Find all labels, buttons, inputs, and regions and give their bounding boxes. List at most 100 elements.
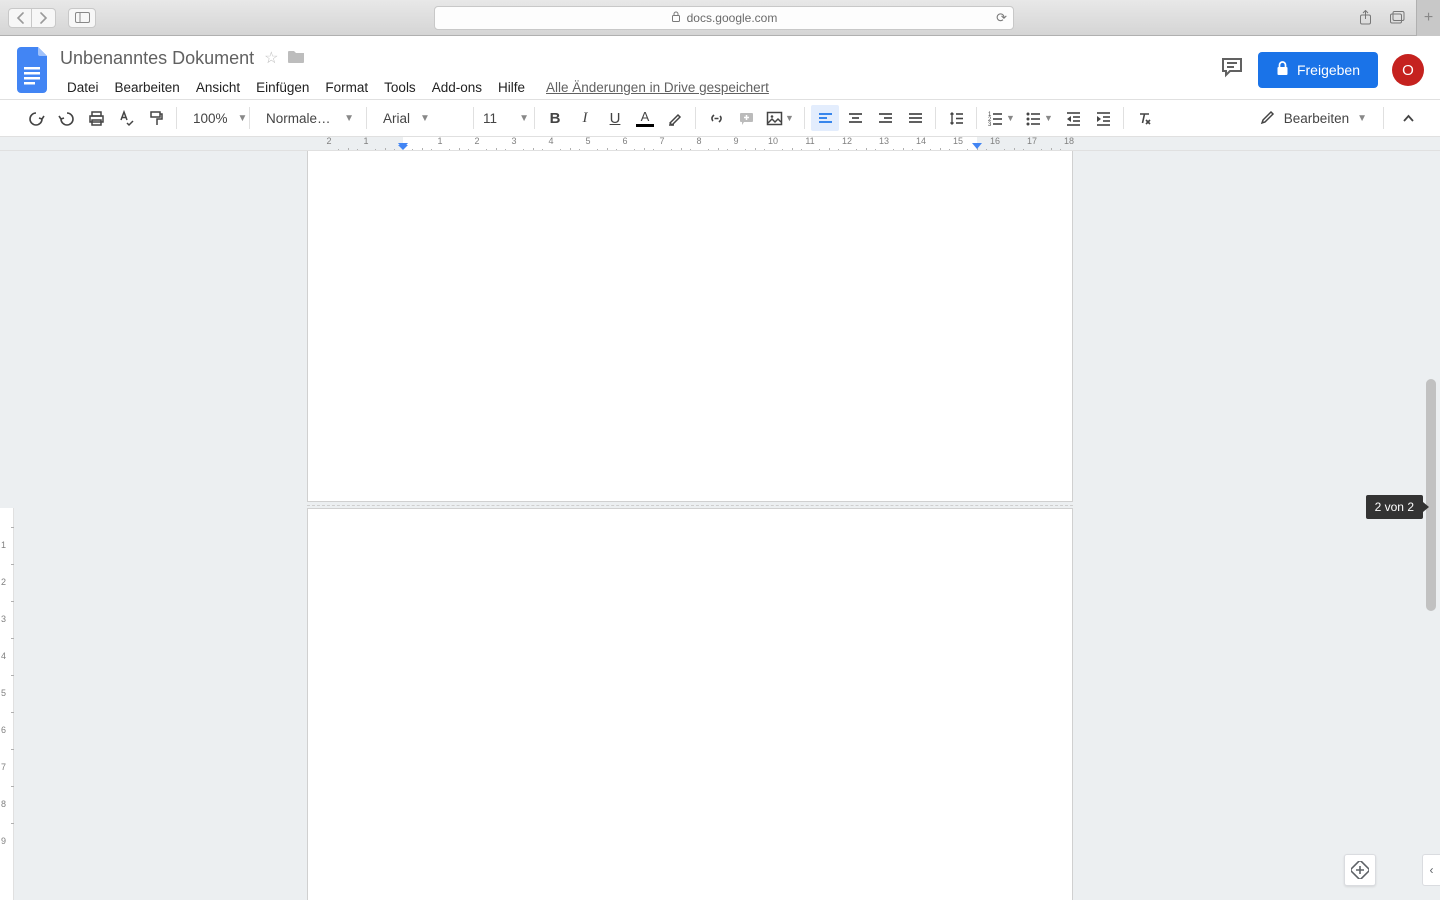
font-size-value: 11: [483, 111, 497, 126]
move-folder-icon[interactable]: [288, 49, 305, 68]
caret-down-icon: ▼: [1357, 113, 1367, 124]
increase-indent-button[interactable]: [1089, 105, 1117, 131]
align-right-button[interactable]: [871, 105, 899, 131]
menu-bearbeiten[interactable]: Bearbeiten: [108, 77, 187, 98]
browser-toolbar: docs.google.com ⟳ +: [0, 0, 1440, 36]
page-indicator-text: 2 von 2: [1375, 500, 1414, 514]
style-value: Normaler T…: [266, 111, 334, 126]
caret-down-icon: ▼: [1044, 113, 1053, 123]
explore-button[interactable]: [1344, 854, 1376, 886]
browser-url-text: docs.google.com: [687, 11, 778, 25]
caret-down-icon: ▼: [519, 113, 529, 124]
menu-addons[interactable]: Add-ons: [425, 77, 489, 98]
toolbar-separator: [366, 107, 367, 129]
caret-down-icon: ▼: [785, 113, 794, 123]
font-value: Arial: [383, 111, 410, 126]
paragraph-style-combo[interactable]: Normaler T… ▼: [256, 105, 360, 131]
svg-text:3: 3: [988, 122, 992, 127]
undo-button[interactable]: [22, 105, 50, 131]
scrollbar-track[interactable]: [1424, 151, 1438, 900]
spellcheck-button[interactable]: [112, 105, 140, 131]
paint-format-button[interactable]: [142, 105, 170, 131]
new-tab-button[interactable]: +: [1416, 0, 1440, 36]
align-center-button[interactable]: [841, 105, 869, 131]
toolbar-separator: [695, 107, 696, 129]
horizontal-ruler[interactable]: 21123456789101112131415161718: [0, 137, 1440, 151]
menu-format[interactable]: Format: [318, 77, 375, 98]
decrease-indent-button[interactable]: [1059, 105, 1087, 131]
page-break: [307, 505, 1073, 506]
italic-button[interactable]: I: [571, 105, 599, 131]
bold-button[interactable]: B: [541, 105, 569, 131]
reload-icon[interactable]: ⟳: [996, 10, 1007, 26]
font-size-combo[interactable]: 11 ▼: [480, 105, 528, 131]
share-button-label: Freigeben: [1297, 62, 1360, 78]
insert-link-button[interactable]: [702, 105, 730, 131]
clear-formatting-button[interactable]: [1130, 105, 1158, 131]
share-button[interactable]: Freigeben: [1258, 52, 1378, 88]
document-page[interactable]: [307, 508, 1073, 900]
toolbar-separator: [976, 107, 977, 129]
save-status[interactable]: Alle Änderungen in Drive gespeichert: [544, 77, 771, 98]
insert-image-button[interactable]: ▼: [762, 105, 798, 131]
browser-forward-button[interactable]: [32, 8, 56, 28]
page-indicator-tooltip: 2 von 2: [1366, 495, 1423, 519]
star-icon[interactable]: ☆: [264, 48, 278, 68]
tabs-icon[interactable]: [1384, 8, 1410, 28]
underline-button[interactable]: U: [601, 105, 629, 131]
collapse-toolbar-button[interactable]: [1394, 105, 1422, 131]
browser-address-bar[interactable]: docs.google.com ⟳: [434, 6, 1014, 30]
document-canvas[interactable]: ‹: [14, 151, 1440, 900]
menu-tools[interactable]: Tools: [377, 77, 423, 98]
font-combo[interactable]: Arial ▼: [373, 105, 467, 131]
toolbar-separator: [249, 107, 250, 129]
insert-comment-button[interactable]: [732, 105, 760, 131]
toolbar-separator: [935, 107, 936, 129]
editor-area: 123456789 ‹ 2 von 2: [0, 151, 1440, 900]
zoom-combo[interactable]: 100%▼: [183, 105, 243, 131]
highlight-color-button[interactable]: [661, 105, 689, 131]
align-left-button[interactable]: [811, 105, 839, 131]
print-button[interactable]: [82, 105, 110, 131]
docs-header: Unbenanntes Dokument ☆ Datei Bearbeiten …: [0, 36, 1440, 99]
toolbar-separator: [534, 107, 535, 129]
text-color-button[interactable]: A: [631, 105, 659, 131]
numbered-list-button[interactable]: 123▼: [983, 105, 1019, 131]
account-avatar[interactable]: O: [1392, 54, 1424, 86]
caret-down-icon: ▼: [238, 113, 248, 124]
toolbar-separator: [473, 107, 474, 129]
toolbar-separator: [176, 107, 177, 129]
scrollbar-thumb[interactable]: [1426, 379, 1436, 611]
caret-down-icon: ▼: [344, 113, 354, 124]
lock-icon: [1276, 61, 1289, 79]
docs-logo[interactable]: [16, 46, 52, 94]
align-justify-button[interactable]: [901, 105, 929, 131]
menu-hilfe[interactable]: Hilfe: [491, 77, 532, 98]
document-page[interactable]: [307, 151, 1073, 502]
toolbar: 100%▼ Normaler T…▼ Arial▼ 11▼ B I U A ▼ …: [0, 99, 1440, 137]
zoom-value: 100%: [193, 111, 228, 126]
avatar-letter: O: [1402, 62, 1414, 79]
pencil-icon: [1260, 109, 1276, 128]
line-spacing-button[interactable]: [942, 105, 970, 131]
menu-datei[interactable]: Datei: [60, 77, 106, 98]
comments-button[interactable]: [1220, 55, 1244, 85]
document-title[interactable]: Unbenanntes Dokument: [60, 48, 254, 69]
side-panel-toggle[interactable]: ‹: [1422, 854, 1440, 886]
toolbar-separator: [1383, 107, 1384, 129]
editing-mode-combo[interactable]: Bearbeiten ▼: [1250, 105, 1373, 131]
caret-down-icon: ▼: [420, 113, 430, 124]
menubar: Datei Bearbeiten Ansicht Einfügen Format…: [60, 74, 1220, 101]
share-icon[interactable]: [1352, 8, 1378, 28]
browser-sidebar-button[interactable]: [68, 8, 96, 28]
menu-einfuegen[interactable]: Einfügen: [249, 77, 316, 98]
browser-back-button[interactable]: [8, 8, 32, 28]
toolbar-separator: [1123, 107, 1124, 129]
menu-ansicht[interactable]: Ansicht: [189, 77, 247, 98]
mode-label: Bearbeiten: [1284, 111, 1349, 126]
vertical-ruler[interactable]: 123456789: [0, 151, 14, 900]
bulleted-list-button[interactable]: ▼: [1021, 105, 1057, 131]
toolbar-separator: [804, 107, 805, 129]
redo-button[interactable]: [52, 105, 80, 131]
caret-down-icon: ▼: [1006, 113, 1015, 123]
